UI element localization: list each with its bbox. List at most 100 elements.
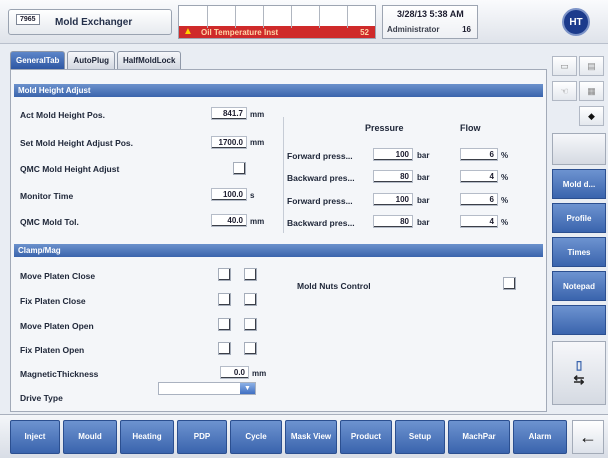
move-platen-open-indicator[interactable] (244, 318, 257, 331)
move-platen-close-label: Move Platen Close (20, 271, 96, 281)
nav-product[interactable]: Product (340, 420, 392, 454)
hand-icon[interactable]: ☜ (552, 81, 577, 101)
nav-mask-view[interactable]: Mask View (285, 420, 337, 454)
magnetic-thickness-label: MagneticThickness (20, 369, 99, 379)
flow-unit: % (501, 151, 509, 160)
screen-icon[interactable]: ▦ (579, 81, 604, 101)
alarm-message: Oil Temperature Inst (201, 28, 279, 37)
machine-title: Mold Exchanger (55, 17, 133, 28)
fix-platen-open-indicator[interactable] (244, 342, 257, 355)
magnetic-thickness-input[interactable]: 0.0 (220, 366, 249, 379)
side-blank-button[interactable] (552, 305, 606, 335)
forward-press-flow-input[interactable]: 6 (460, 193, 498, 206)
move-platen-open-checkbox[interactable] (218, 318, 231, 331)
backward-press-pressure-input[interactable]: 80 (373, 170, 413, 183)
nav-cycle[interactable]: Cycle (230, 420, 282, 454)
monitor-time-unit: s (250, 191, 255, 200)
nav-alarm[interactable]: Alarm (513, 420, 567, 454)
act-mold-height-unit: mm (250, 110, 265, 119)
forward-press-pressure-input[interactable]: 100 (373, 148, 413, 161)
pressure-unit: bar (417, 196, 430, 205)
drive-type-select[interactable]: ▼ (158, 382, 256, 395)
backward-press-label: Backward pres... (287, 173, 355, 183)
side-tools-button[interactable]: ▯ ⇆ (552, 341, 606, 405)
main-panel: Mold Height Adjust Act Mold Height Pos. … (10, 69, 547, 412)
nav-pdp[interactable]: PDP (177, 420, 227, 454)
forward-press-flow-input[interactable]: 6 (460, 148, 498, 161)
user-level: 16 (462, 25, 471, 34)
exit-icon: ⇆ (573, 372, 585, 387)
move-platen-open-label: Move Platen Open (20, 321, 94, 331)
back-arrow-icon[interactable]: ← (572, 420, 604, 454)
nav-heating[interactable]: Heating (120, 420, 174, 454)
qmc-mold-tol-label: QMC Mold Tol. (20, 217, 79, 227)
user-name: Administrator (387, 25, 440, 34)
nav-mould[interactable]: Mould (63, 420, 117, 454)
fix-platen-close-indicator[interactable] (244, 293, 257, 306)
backward-press-label: Backward pres... (287, 218, 355, 228)
document-icon: ▯ (575, 358, 583, 372)
flow-unit: % (501, 196, 509, 205)
backward-press-flow-input[interactable]: 4 (460, 215, 498, 228)
move-platen-close-checkbox[interactable] (218, 268, 231, 281)
drive-type-label: Drive Type (20, 393, 63, 403)
tab-halfmoldlock[interactable]: HalfMoldLock (116, 51, 182, 69)
alarm-separator (347, 6, 348, 28)
monitor-time-input[interactable]: 100.0 (211, 188, 247, 201)
section-header-mold-height: Mold Height Adjust (14, 84, 543, 97)
fix-platen-open-checkbox[interactable] (218, 342, 231, 355)
side-button-profile[interactable]: Profile (552, 203, 606, 233)
move-platen-close-indicator[interactable] (244, 268, 257, 281)
alarm-bar[interactable]: ▲ Oil Temperature Inst 52 (178, 5, 376, 39)
set-mold-height-input[interactable]: 1700.0 (211, 136, 247, 149)
backward-press-flow-input[interactable]: 4 (460, 170, 498, 183)
qmc-mold-height-adjust-checkbox[interactable] (233, 162, 246, 175)
flow-header: Flow (460, 123, 481, 133)
set-mold-height-unit: mm (250, 138, 265, 147)
forward-press-label: Forward press... (287, 196, 353, 206)
alarm-separator (291, 6, 292, 28)
flow-unit: % (501, 173, 509, 182)
nav-machpar[interactable]: MachPar (448, 420, 510, 454)
column-divider (283, 117, 284, 233)
tab-autoplug[interactable]: AutoPlug (67, 51, 115, 69)
side-button-times[interactable]: Times (552, 237, 606, 267)
mold-nuts-control-checkbox[interactable] (503, 277, 516, 290)
act-mold-height-label: Act Mold Height Pos. (20, 110, 105, 120)
fix-platen-open-label: Fix Platen Open (20, 345, 85, 355)
nav-setup[interactable]: Setup (395, 420, 445, 454)
alarm-separator (207, 6, 208, 28)
qmc-mold-tol-input[interactable]: 40.0 (211, 214, 247, 227)
tab-general[interactable]: GeneralTab (10, 51, 66, 69)
warning-icon: ▲ (183, 26, 193, 37)
alarm-separator (319, 6, 320, 28)
grid-icon[interactable]: ▤ (579, 56, 604, 76)
pressure-unit: bar (417, 151, 430, 160)
monitor-time-label: Monitor Time (20, 191, 74, 201)
side-panel: ▭ ▤ ☜ ▦ ◆ Mold d... Profile Times Notepa… (552, 51, 606, 412)
alarm-separator (263, 6, 264, 28)
brand-logo[interactable]: HT (562, 8, 590, 36)
side-button-mold-data[interactable]: Mold d... (552, 169, 606, 199)
pressure-unit: bar (417, 173, 430, 182)
datetime-user-box[interactable]: 3/28/13 5:38 AM Administrator 16 (382, 5, 478, 39)
logo-text: HT (569, 16, 583, 28)
fix-platen-close-checkbox[interactable] (218, 293, 231, 306)
side-blank-button[interactable] (552, 133, 606, 165)
backward-press-pressure-input[interactable]: 80 (373, 215, 413, 228)
qmc-mold-height-adjust-label: QMC Mold Height Adjust (20, 164, 120, 174)
forward-press-pressure-input[interactable]: 100 (373, 193, 413, 206)
alarm-count: 52 (360, 28, 369, 37)
fix-platen-close-label: Fix Platen Close (20, 296, 86, 306)
machine-number: 7965 (16, 14, 40, 25)
chevron-down-icon[interactable]: ▼ (240, 383, 255, 394)
set-mold-height-label: Set Mold Height Adjust Pos. (20, 138, 134, 148)
side-button-notepad[interactable]: Notepad (552, 271, 606, 301)
nav-inject[interactable]: Inject (10, 420, 60, 454)
keyboard-icon[interactable]: ▭ (552, 56, 577, 76)
pointer-icon[interactable]: ◆ (579, 106, 604, 126)
machine-title-box[interactable]: 7965 Mold Exchanger (8, 9, 172, 35)
mold-nuts-control-label: Mold Nuts Control (297, 281, 371, 291)
screen: 7965 Mold Exchanger ▲ Oil Temperature In… (0, 0, 608, 458)
forward-press-label: Forward press... (287, 151, 353, 161)
